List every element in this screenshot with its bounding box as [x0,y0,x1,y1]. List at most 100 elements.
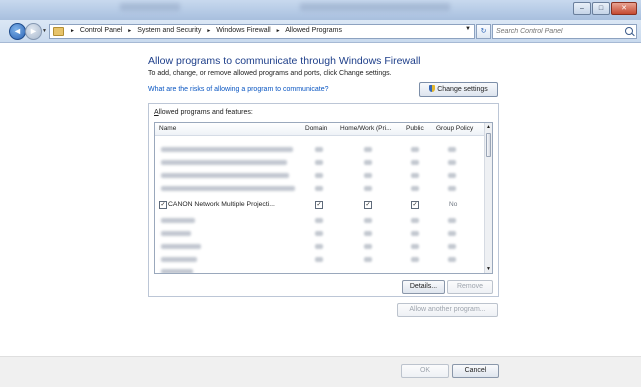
blurred-cell [315,186,323,191]
blurred-cell [448,244,456,249]
blurred-cell [411,160,419,165]
list-item[interactable] [155,170,485,182]
column-header-group-policy[interactable]: Group Policy [436,125,473,132]
blurred-cell [364,173,372,178]
list-item[interactable] [155,266,485,273]
blurred-cell [364,257,372,262]
list-scrollbar[interactable]: ▲ ▼ [484,123,492,273]
search-icon[interactable] [625,27,633,35]
list-item[interactable] [155,183,485,195]
domain-checkbox[interactable]: ✓ [315,201,323,209]
risks-help-link[interactable]: What are the risks of allowing a program… [148,86,329,93]
recent-pages-dropdown[interactable]: ▼ [42,28,47,34]
column-header-home-work[interactable]: Home/Work (Pri... [340,125,392,132]
refresh-icon[interactable]: ↻ [476,24,491,39]
program-enabled-checkbox[interactable]: ✓ [159,201,167,209]
breadcrumb-separator: ► [127,28,133,34]
allowed-programs-list[interactable]: Name Domain Home/Work (Pri... Public Gro… [154,122,493,274]
address-bar[interactable]: ► Control Panel ► System and Security ► … [49,24,475,39]
blurred-cell [364,231,372,236]
blurred-cell [448,218,456,223]
blurred-cell [364,218,372,223]
maximize-button[interactable]: □ [592,2,610,15]
change-settings-button[interactable]: Change settings [419,82,498,97]
blurred-program-name [161,269,193,273]
page-title: Allow programs to communicate through Wi… [148,55,421,67]
title-bar: – □ ✕ [0,0,641,20]
blurred-program-name [161,257,197,262]
blurred-cell [411,231,419,236]
list-item[interactable] [155,144,485,156]
allowed-programs-group: Allowed programs and features: Name Doma… [148,103,499,297]
scroll-down-icon[interactable]: ▼ [486,266,491,272]
control-panel-icon [53,27,64,36]
breadcrumb-system-and-security[interactable]: System and Security [137,27,201,34]
blurred-cell [448,173,456,178]
blurred-program-name [161,244,201,249]
blurred-cell [315,147,323,152]
blurred-cell [411,257,419,262]
blurred-cell [448,147,456,152]
blurred-program-name [161,218,195,223]
dialog-footer: OK Cancel [0,356,641,387]
details-button[interactable]: Details... [402,280,445,294]
forward-button[interactable]: ► [25,23,42,40]
list-item[interactable] [155,241,485,253]
list-item[interactable] [155,215,485,227]
blurred-cell [448,257,456,262]
breadcrumb-allowed-programs[interactable]: Allowed Programs [285,27,342,34]
blurred-cell [364,244,372,249]
minimize-button[interactable]: – [573,2,591,15]
breadcrumb-separator: ► [206,28,212,34]
blurred-cell [411,186,419,191]
breadcrumb-windows-firewall[interactable]: Windows Firewall [216,27,270,34]
scroll-up-icon[interactable]: ▲ [486,124,491,130]
blurred-cell [364,160,372,165]
blurred-cell [315,173,323,178]
blurred-program-name [161,173,289,178]
home-work-checkbox[interactable]: ✓ [364,201,372,209]
list-item[interactable] [155,254,485,266]
scroll-thumb[interactable] [486,133,491,157]
list-item[interactable] [155,157,485,169]
blurred-program-name [161,186,295,191]
close-button[interactable]: ✕ [611,2,637,15]
page-description: To add, change, or remove allowed progra… [148,70,392,77]
blurred-program-name [161,147,293,152]
back-button[interactable]: ◄ [9,23,26,40]
blurred-cell [448,231,456,236]
group-policy-value: No [449,201,458,208]
address-dropdown-icon[interactable]: ▼ [465,26,471,32]
blurred-cell [315,257,323,262]
column-header-public[interactable]: Public [406,125,424,132]
blurred-cell [364,147,372,152]
allow-another-program-button[interactable]: Allow another program... [397,303,498,317]
blurred-cell [364,186,372,191]
list-item-canon-network[interactable]: ✓ CANON Network Multiple Projecti... ✓ ✓… [155,199,485,211]
blurred-cell [315,160,323,165]
blurred-cell [448,160,456,165]
program-name: CANON Network Multiple Projecti... [168,201,275,208]
column-header-name[interactable]: Name [159,125,176,132]
public-checkbox[interactable]: ✓ [411,201,419,209]
blurred-cell [411,147,419,152]
window-controls: – □ ✕ [573,2,637,15]
breadcrumb-control-panel[interactable]: Control Panel [80,27,122,34]
remove-button[interactable]: Remove [447,280,493,294]
search-box[interactable] [492,24,637,39]
blurred-program-name [161,231,191,236]
change-settings-label: Change settings [437,86,488,93]
cancel-button[interactable]: Cancel [452,364,499,378]
blurred-title-area [300,3,450,11]
blurred-cell [315,218,323,223]
address-toolbar: ◄ ► ▼ ► Control Panel ► System and Secur… [0,20,641,43]
label-text: llowed programs and features: [158,109,253,116]
ok-button[interactable]: OK [401,364,449,378]
blurred-cell [411,173,419,178]
blurred-program-name [161,160,287,165]
list-item[interactable] [155,228,485,240]
blurred-cell [315,231,323,236]
search-input[interactable] [496,26,616,36]
blurred-cell [315,244,323,249]
column-header-domain[interactable]: Domain [305,125,327,132]
